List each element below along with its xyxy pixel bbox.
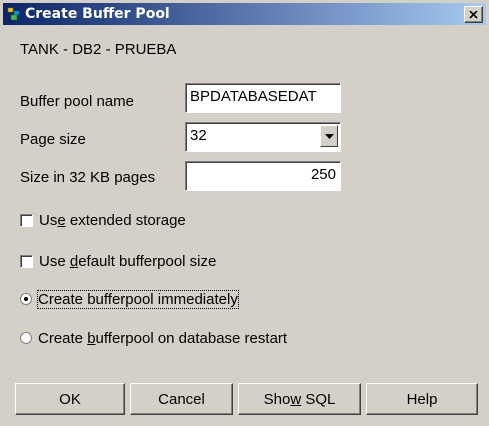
ok-button[interactable]: OK <box>15 383 125 415</box>
close-button[interactable] <box>464 6 483 23</box>
help-button[interactable]: Help <box>366 383 478 415</box>
cancel-button[interactable]: Cancel <box>130 383 233 415</box>
create-immediately-dot[interactable] <box>20 293 32 305</box>
buffer-pool-name-label: Buffer pool name <box>20 93 134 110</box>
show-sql-label: Show SQL <box>263 390 336 408</box>
extended-storage-checkbox[interactable]: Use extended storage <box>20 210 186 230</box>
create-on-restart-label: Create bufferpool on database restart <box>38 329 288 347</box>
size-pages-input[interactable]: 250 <box>185 161 341 191</box>
page-size-select[interactable]: 32 <box>185 122 341 152</box>
db2-buffer-pool-icon <box>7 6 23 22</box>
extended-storage-box[interactable] <box>20 213 33 227</box>
default-size-box[interactable] <box>20 254 33 268</box>
create-on-restart-dot[interactable] <box>20 332 32 344</box>
buffer-pool-name-input[interactable]: BPDATABASEDAT <box>185 83 341 113</box>
create-immediately-label: Create bufferpool immediately <box>37 289 239 309</box>
size-pages-label: Size in 32 KB pages <box>20 169 156 186</box>
default-size-label: Use default bufferpool size <box>39 252 217 270</box>
page-size-label: Page size <box>20 131 86 148</box>
default-size-checkbox[interactable]: Use default bufferpool size <box>20 251 216 271</box>
database-path: TANK - DB2 - PRUEBA <box>20 41 177 58</box>
page-size-dropdown-button[interactable] <box>320 125 338 147</box>
window-title: Create Buffer Pool <box>25 6 170 22</box>
show-sql-button[interactable]: Show SQL <box>238 383 361 415</box>
extended-storage-label: Use extended storage <box>39 211 186 229</box>
create-immediately-radio[interactable]: Create bufferpool immediately <box>20 289 239 309</box>
create-buffer-pool-dialog: Create Buffer Pool TANK - DB2 - PRUEBA B… <box>0 0 489 426</box>
title-bar[interactable]: Create Buffer Pool <box>3 3 486 25</box>
close-icon <box>469 10 478 19</box>
page-size-value: 32 <box>190 127 207 144</box>
chevron-down-icon <box>324 133 334 139</box>
create-on-restart-radio[interactable]: Create bufferpool on database restart <box>20 328 287 348</box>
